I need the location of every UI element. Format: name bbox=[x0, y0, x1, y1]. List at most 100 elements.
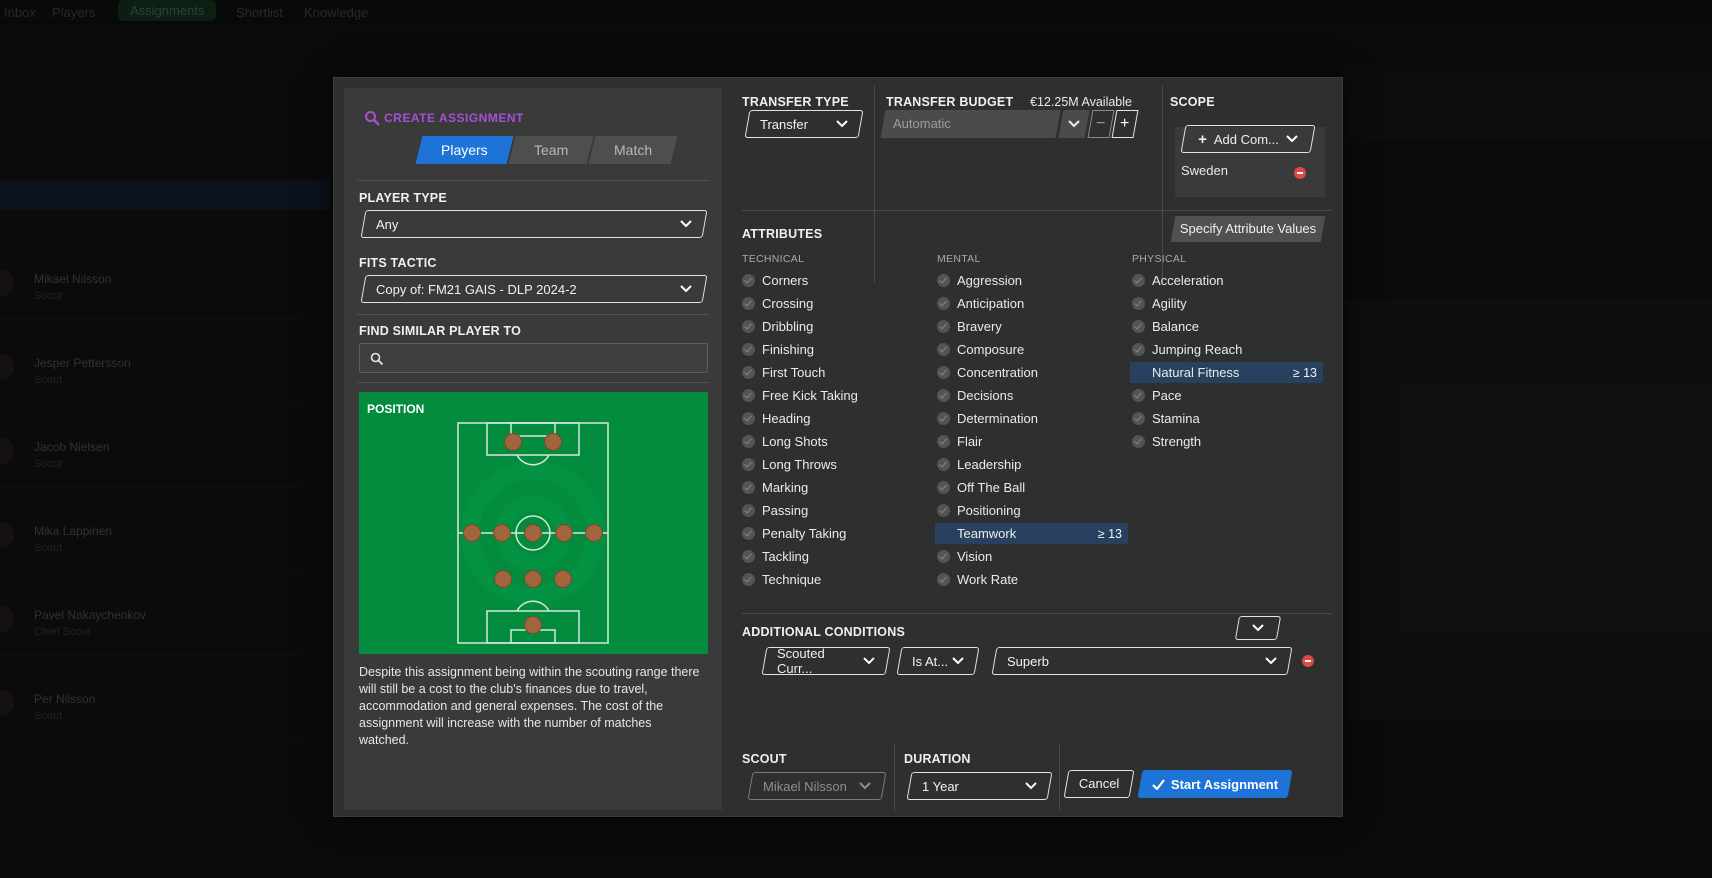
attribute-passing[interactable]: Passing bbox=[740, 500, 910, 521]
fits-tactic-dropdown[interactable]: Copy of: FM21 GAIS - DLP 2024-2 bbox=[360, 275, 708, 303]
check-icon bbox=[742, 527, 755, 540]
check-icon bbox=[742, 389, 755, 402]
attribute-off-the-ball[interactable]: Off The Ball bbox=[935, 477, 1105, 498]
attribute-concentration[interactable]: Concentration bbox=[935, 362, 1105, 383]
attribute-work-rate[interactable]: Work Rate bbox=[935, 569, 1105, 590]
attribute-decisions[interactable]: Decisions bbox=[935, 385, 1105, 406]
cancel-button[interactable]: Cancel bbox=[1063, 770, 1135, 798]
check-icon bbox=[742, 320, 755, 333]
position-label: POSITION bbox=[367, 402, 425, 416]
check-icon bbox=[1132, 412, 1145, 425]
check-icon bbox=[742, 412, 755, 425]
transfer-type-dropdown[interactable]: Transfer bbox=[744, 110, 864, 138]
duration-dropdown[interactable]: 1 Year bbox=[906, 772, 1053, 800]
start-assignment-button[interactable]: Start Assignment bbox=[1137, 770, 1293, 798]
attribute-stamina[interactable]: Stamina bbox=[1130, 408, 1300, 429]
attribute-tackling[interactable]: Tackling bbox=[740, 546, 910, 567]
find-similar-label: FIND SIMILAR PLAYER TO bbox=[359, 324, 522, 338]
check-icon bbox=[937, 343, 950, 356]
player-type-dropdown[interactable]: Any bbox=[360, 210, 708, 238]
attribute-marking[interactable]: Marking bbox=[740, 477, 910, 498]
check-icon bbox=[937, 366, 950, 379]
remove-condition-icon[interactable] bbox=[1302, 655, 1314, 667]
check-icon bbox=[937, 550, 950, 563]
attribute-flair[interactable]: Flair bbox=[935, 431, 1105, 452]
attribute-strength[interactable]: Strength bbox=[1130, 431, 1300, 452]
attribute-determination[interactable]: Determination bbox=[935, 408, 1105, 429]
attribute-heading[interactable]: Heading bbox=[740, 408, 910, 429]
left-panel: CREATE ASSIGNMENT Players Team Match PLA… bbox=[344, 88, 722, 810]
attribute-crossing[interactable]: Crossing bbox=[740, 293, 910, 314]
chevron-down-icon bbox=[680, 285, 692, 293]
attribute-agility[interactable]: Agility bbox=[1130, 293, 1300, 314]
attribute-vision[interactable]: Vision bbox=[935, 546, 1105, 567]
chevron-down-icon bbox=[1286, 135, 1298, 143]
attribute-long-throws[interactable]: Long Throws bbox=[740, 454, 910, 475]
right-panel: TRANSFER TYPE Transfer TRANSFER BUDGET €… bbox=[734, 78, 1344, 818]
condition-value-dropdown[interactable]: Superb bbox=[991, 647, 1293, 675]
pitch-diagram[interactable] bbox=[457, 422, 609, 644]
attribute-leadership[interactable]: Leadership bbox=[935, 454, 1105, 475]
attribute-composure[interactable]: Composure bbox=[935, 339, 1105, 360]
attribute-teamwork[interactable]: Teamwork ≥ 13 bbox=[935, 523, 1128, 544]
plus-icon: + bbox=[1198, 130, 1207, 148]
check-icon bbox=[937, 573, 950, 586]
check-icon bbox=[742, 435, 755, 448]
attribute-anticipation[interactable]: Anticipation bbox=[935, 293, 1105, 314]
tab-team[interactable]: Team bbox=[508, 136, 594, 164]
attribute-jumping-reach[interactable]: Jumping Reach bbox=[1130, 339, 1300, 360]
attribute-technique[interactable]: Technique bbox=[740, 569, 910, 590]
chevron-down-icon bbox=[952, 657, 964, 665]
scout-dropdown[interactable]: Mikael Nilsson bbox=[747, 772, 887, 800]
condition-field-dropdown[interactable]: Scouted Curr... bbox=[761, 646, 891, 676]
scope-label: SCOPE bbox=[1170, 95, 1215, 109]
find-similar-search-input[interactable] bbox=[359, 343, 708, 373]
budget-decrease-button[interactable]: − bbox=[1087, 110, 1115, 138]
check-icon bbox=[937, 274, 950, 287]
tab-players[interactable]: Players bbox=[415, 136, 514, 164]
attribute-corners[interactable]: Corners bbox=[740, 270, 910, 291]
condition-operator-dropdown[interactable]: Is At... bbox=[896, 647, 980, 675]
check-icon bbox=[742, 550, 755, 563]
attribute-pace[interactable]: Pace bbox=[1130, 385, 1300, 406]
check-icon bbox=[937, 412, 950, 425]
attribute-aggression[interactable]: Aggression bbox=[935, 270, 1105, 291]
attribute-bravery[interactable]: Bravery bbox=[935, 316, 1105, 337]
chevron-down-icon bbox=[1252, 624, 1264, 632]
budget-dropdown-button[interactable] bbox=[1058, 110, 1090, 138]
specify-attribute-values-button[interactable]: Specify Attribute Values bbox=[1170, 216, 1326, 242]
check-icon bbox=[937, 504, 950, 517]
attribute-free-kick-taking[interactable]: Free Kick Taking bbox=[740, 385, 910, 406]
check-icon bbox=[937, 481, 950, 494]
budget-input[interactable]: Automatic bbox=[880, 110, 1061, 138]
attribute-positioning[interactable]: Positioning bbox=[935, 500, 1105, 521]
add-competition-button[interactable]: + Add Com... bbox=[1180, 125, 1316, 153]
chevron-down-icon bbox=[1025, 782, 1037, 790]
attribute-first-touch[interactable]: First Touch bbox=[740, 362, 910, 383]
conditions-expand-button[interactable] bbox=[1234, 616, 1282, 640]
chevron-down-icon bbox=[1265, 657, 1277, 665]
chevron-down-icon bbox=[859, 782, 871, 790]
attribute-balance[interactable]: Balance bbox=[1130, 316, 1300, 337]
additional-conditions-label: ADDITIONAL CONDITIONS bbox=[742, 625, 905, 639]
check-icon bbox=[1132, 435, 1145, 448]
tab-match[interactable]: Match bbox=[588, 136, 678, 164]
check-icon bbox=[937, 320, 950, 333]
remove-scope-icon[interactable] bbox=[1294, 167, 1306, 179]
check-icon bbox=[742, 274, 755, 287]
attribute-finishing[interactable]: Finishing bbox=[740, 339, 910, 360]
budget-increase-button[interactable]: + bbox=[1111, 110, 1139, 138]
attribute-penalty-taking[interactable]: Penalty Taking bbox=[740, 523, 910, 544]
dialog-title: CREATE ASSIGNMENT bbox=[364, 110, 524, 126]
attribute-acceleration[interactable]: Acceleration bbox=[1130, 270, 1300, 291]
attribute-long-shots[interactable]: Long Shots bbox=[740, 431, 910, 452]
check-icon bbox=[1132, 320, 1145, 333]
check-icon bbox=[742, 366, 755, 379]
scope-panel: + Add Com... Sweden bbox=[1175, 125, 1325, 197]
attribute-dribbling[interactable]: Dribbling bbox=[740, 316, 910, 337]
check-icon bbox=[742, 504, 755, 517]
attribute-natural-fitness[interactable]: Natural Fitness ≥ 13 bbox=[1130, 362, 1323, 383]
check-icon bbox=[742, 297, 755, 310]
check-icon bbox=[937, 389, 950, 402]
fits-tactic-label: FITS TACTIC bbox=[359, 256, 437, 270]
